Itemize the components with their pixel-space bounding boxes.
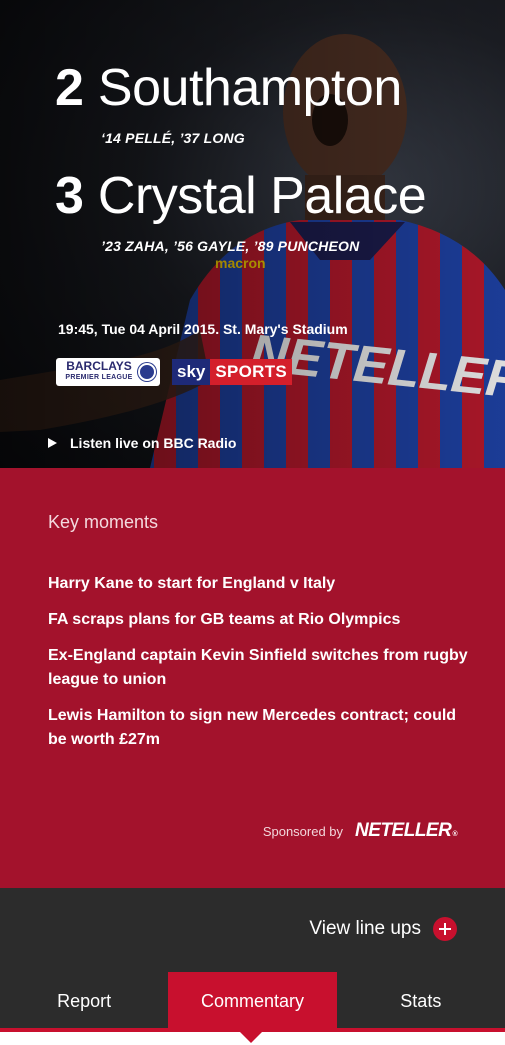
key-moments-list: Harry Kane to start for England v Italy …	[48, 572, 468, 764]
tab-commentary[interactable]: Commentary	[168, 972, 337, 1030]
play-icon	[48, 438, 57, 448]
away-team-row: 3 Crystal Palace	[55, 166, 427, 226]
match-tabs: Report Commentary Stats	[0, 972, 505, 1030]
home-team-row: 2 Southampton	[55, 58, 402, 118]
active-tab-caret-icon	[240, 1032, 262, 1043]
registered-mark: ®	[452, 831, 457, 838]
sponsor-logo[interactable]: NETELLER®	[355, 820, 457, 842]
away-scorers: ’23 ZAHA, ’56 GAYLE, ’89 PUNCHEON	[101, 238, 360, 254]
key-moments-title: Key moments	[48, 512, 159, 532]
home-scorers: ‘14 PELLÉ, ’37 LONG	[101, 130, 245, 146]
sky-logo-part: sky	[172, 359, 211, 385]
football-icon	[138, 363, 156, 381]
plus-circle-icon	[433, 917, 457, 941]
key-moment-item[interactable]: Ex-England captain Kevin Sinfield switch…	[48, 644, 468, 692]
away-score: 3	[55, 167, 84, 225]
home-score: 2	[55, 59, 84, 117]
broadcaster-logos: BARCLAYS PREMIER LEAGUE sky SPORTS	[56, 358, 293, 386]
away-team-name[interactable]: Crystal Palace	[98, 166, 427, 226]
premier-league-logo: BARCLAYS PREMIER LEAGUE	[56, 358, 160, 386]
key-moments-panel: Key moments Harry Kane to start for Engl…	[0, 468, 505, 888]
match-hero: NETELLER macron 2 Southampton ‘14 PELLÉ,…	[0, 0, 505, 468]
match-info: 19:45, Tue 04 April 2015. St. Mary's Sta…	[58, 321, 348, 337]
match-footer: View line ups Report Commentary Stats	[0, 888, 505, 1045]
sponsor-brand-text: NETELLER	[355, 820, 452, 841]
sponsor-block: Sponsored by NETELLER®	[262, 820, 458, 842]
sponsor-label: Sponsored by	[262, 823, 344, 839]
listen-live-link[interactable]: Listen live on BBC Radio	[48, 435, 236, 451]
key-moment-item[interactable]: FA scraps plans for GB teams at Rio Olym…	[48, 608, 468, 632]
sky-sports-logo: sky SPORTS	[172, 359, 293, 385]
key-moment-item[interactable]: Harry Kane to start for England v Italy	[48, 572, 468, 596]
view-lineups-label: View line ups	[309, 918, 421, 939]
key-moment-item[interactable]: Lewis Hamilton to sign new Mercedes cont…	[48, 704, 468, 752]
view-lineups-button[interactable]: View line ups	[309, 917, 457, 941]
sports-logo-part: SPORTS	[210, 359, 293, 385]
tab-report[interactable]: Report	[0, 972, 168, 1030]
listen-live-label: Listen live on BBC Radio	[70, 435, 237, 451]
tab-stats[interactable]: Stats	[337, 972, 505, 1030]
home-team-name[interactable]: Southampton	[98, 58, 402, 118]
